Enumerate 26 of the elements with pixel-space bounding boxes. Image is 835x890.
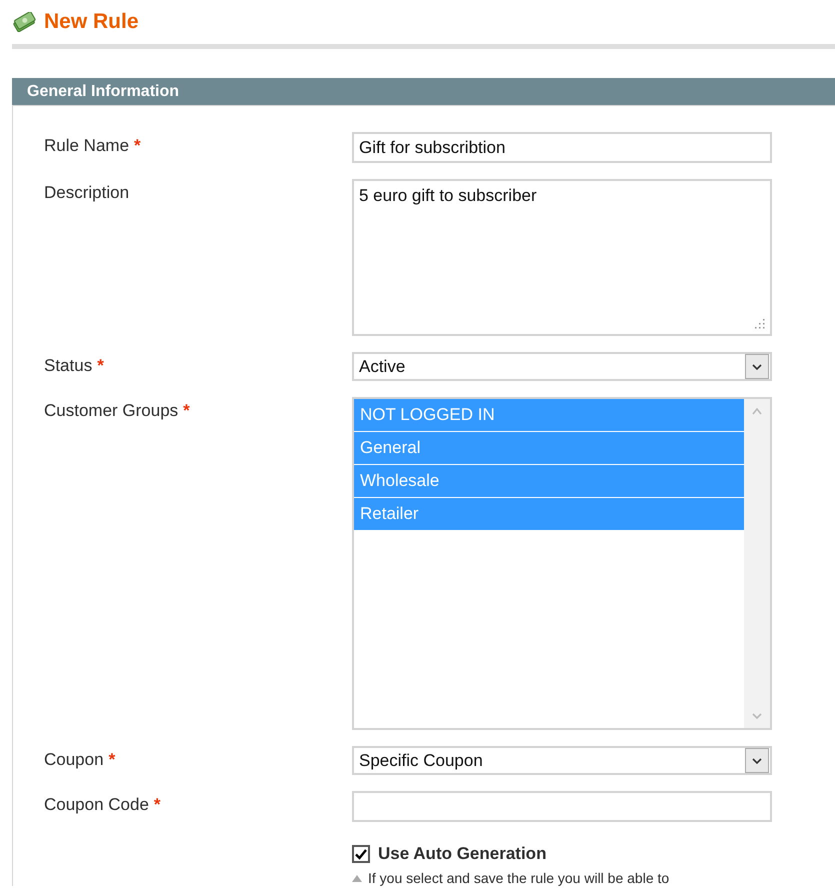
text-field[interactable] xyxy=(352,791,772,822)
checkbox-label[interactable]: Use Auto Generation xyxy=(378,844,546,864)
page-title: New Rule xyxy=(44,10,139,34)
description-field[interactable]: 5 euro gift to subscriber xyxy=(352,179,772,336)
note-icon xyxy=(352,874,362,882)
scroll-down-icon[interactable] xyxy=(751,712,763,720)
scrollbar[interactable] xyxy=(744,399,770,728)
hint-text: If you select and save the rule you will be able to xyxy=(368,870,670,886)
field-label: Description xyxy=(44,183,130,203)
field-label: Status xyxy=(44,356,92,376)
field-label: Coupon Code xyxy=(44,795,149,815)
resize-grip-icon[interactable] xyxy=(755,319,765,329)
required-mark: * xyxy=(134,136,141,156)
required-mark: * xyxy=(108,750,116,770)
field-label: Coupon xyxy=(44,750,104,770)
checkbox[interactable] xyxy=(352,845,370,863)
text-field[interactable]: Gift for subscribtion xyxy=(352,132,772,163)
field-label: Rule Name xyxy=(44,136,130,156)
scroll-up-icon[interactable] xyxy=(751,407,763,415)
dropdown[interactable]: Specific Coupon xyxy=(352,746,772,775)
field-label: Customer Groups xyxy=(44,401,178,421)
required-mark: * xyxy=(154,795,161,815)
required-mark: * xyxy=(183,401,190,421)
panel-title: General Information xyxy=(27,82,180,102)
required-mark: * xyxy=(97,356,104,376)
dropdown[interactable]: Active xyxy=(352,352,772,381)
